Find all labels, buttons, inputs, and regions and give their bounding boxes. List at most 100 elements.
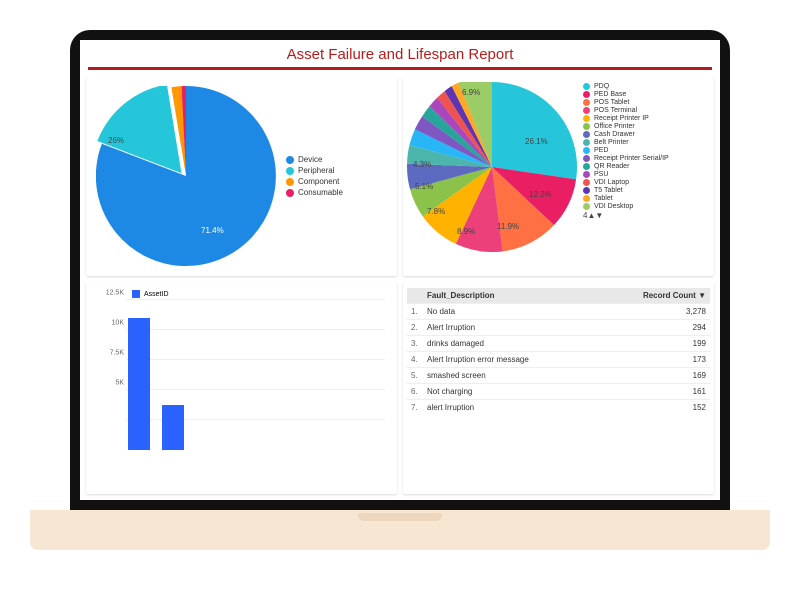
bar-chart[interactable]: 12.5K 10K 7.5K 5K [92, 300, 391, 450]
cell-idx: 6. [407, 384, 423, 400]
legend-item[interactable]: T5 Tablet [583, 187, 710, 194]
sort-desc-icon[interactable]: ▼ [698, 291, 706, 300]
cell-desc: alert Irruption [423, 400, 597, 416]
legend-item[interactable]: Belt Printer [583, 139, 710, 146]
legend-item[interactable]: Consumable [286, 188, 343, 197]
table-row[interactable]: 3.drinks damaged199 [407, 336, 710, 352]
table-header-row: Fault_Description Record Count ▼ [407, 288, 710, 304]
legend-item[interactable]: Receipt Printer IP [583, 115, 710, 122]
pie-chart-asset-category[interactable]: 71.4% 26% [96, 86, 276, 266]
bar-legend-label: AssetID [144, 291, 169, 298]
legend-item[interactable]: Peripheral [286, 166, 343, 175]
col-record-count[interactable]: Record Count ▼ [597, 288, 710, 304]
pie2-label: 5.1% [415, 182, 433, 191]
screen-bezel: Asset Failure and Lifespan Report [70, 30, 730, 510]
cell-count: 173 [597, 352, 710, 368]
laptop-frame: Asset Failure and Lifespan Report [70, 30, 730, 560]
pie2-label: 6.9% [462, 88, 480, 97]
cell-idx: 3. [407, 336, 423, 352]
legend-item[interactable]: PED [583, 147, 710, 154]
cell-desc: smashed screen [423, 368, 597, 384]
table-row[interactable]: 5.smashed screen169 [407, 368, 710, 384]
cell-count: 3,278 [597, 304, 710, 320]
legend-item[interactable]: PSU [583, 171, 710, 178]
legend-item[interactable]: Tablet [583, 195, 710, 202]
legend-item[interactable]: Device [286, 155, 343, 164]
panel-asset-category-pie: 71.4% 26% Device Peripheral Component Co… [86, 76, 397, 276]
cell-count: 294 [597, 320, 710, 336]
table-row[interactable]: 7.alert Irruption152 [407, 400, 710, 416]
legend-label: VDI Desktop [594, 203, 633, 210]
title-bar: Asset Failure and Lifespan Report [80, 40, 720, 65]
cell-desc: No data [423, 304, 597, 320]
legend-item[interactable]: Cash Drawer [583, 131, 710, 138]
col-fault-description[interactable]: Fault_Description [423, 288, 597, 304]
cell-desc: drinks damaged [423, 336, 597, 352]
title-divider [88, 67, 712, 70]
bar[interactable] [162, 405, 184, 450]
pie-chart-asset-type[interactable]: 26.1% 12.2% 11.9% 8.9% 7.8% 5.1% 4.3% 6.… [407, 82, 577, 252]
laptop-notch [358, 513, 442, 521]
pie2-label: 7.8% [427, 207, 445, 216]
legend-item[interactable]: Office Printer [583, 123, 710, 130]
bar-swatch [132, 290, 140, 298]
cell-count: 169 [597, 368, 710, 384]
cell-idx: 4. [407, 352, 423, 368]
y-tick: 10K [112, 320, 124, 327]
legend-item[interactable]: Receipt Printer Serial/IP [583, 155, 710, 162]
page-title: Asset Failure and Lifespan Report [80, 46, 720, 63]
table-row[interactable]: 4.Alert Irruption error message173 [407, 352, 710, 368]
pie2-label: 12.2% [529, 190, 552, 199]
y-tick: 12.5K [106, 290, 124, 297]
legend-item[interactable]: POS Terminal [583, 107, 710, 114]
laptop-base [30, 510, 770, 550]
y-tick: 5K [115, 380, 124, 387]
pager-up-icon[interactable]: ▲ [587, 211, 595, 220]
legend-pager: 4 ▲ ▼ [583, 211, 710, 220]
table-row[interactable]: 1.No data3,278 [407, 304, 710, 320]
table-row[interactable]: 2.Alert Irruption294 [407, 320, 710, 336]
legend-label: POS Tablet [594, 99, 629, 106]
pager-down-icon[interactable]: ▼ [595, 211, 603, 220]
bars [128, 300, 385, 450]
legend-label: Peripheral [298, 166, 334, 175]
pie1-label-device: 71.4% [201, 226, 224, 235]
legend-label: Receipt Printer IP [594, 115, 649, 122]
legend-item[interactable]: VDI Desktop [583, 203, 710, 210]
legend-item[interactable]: Component [286, 177, 343, 186]
legend-label: Receipt Printer Serial/IP [594, 155, 669, 162]
cell-idx: 1. [407, 304, 423, 320]
bar[interactable] [128, 318, 150, 450]
legend-item[interactable]: QR Reader [583, 163, 710, 170]
panels-grid: 71.4% 26% Device Peripheral Component Co… [80, 76, 720, 500]
legend-label: Tablet [594, 195, 613, 202]
panel-asset-bar-chart: AssetID 12.5K 10K 7.5K 5K [86, 282, 397, 494]
cell-idx: 2. [407, 320, 423, 336]
pie1-label-peripheral: 26% [108, 136, 124, 145]
legend-item[interactable]: PDQ [583, 83, 710, 90]
legend-label: QR Reader [594, 163, 629, 170]
legend-label: PED [594, 147, 608, 154]
legend-item[interactable]: POS Tablet [583, 99, 710, 106]
cell-count: 199 [597, 336, 710, 352]
legend-label: PDQ [594, 83, 609, 90]
legend-item[interactable]: VDI Laptop [583, 179, 710, 186]
y-tick: 7.5K [110, 350, 124, 357]
legend-label: Office Printer [594, 123, 635, 130]
cell-desc: Alert Irruption error message [423, 352, 597, 368]
pie2-label: 8.9% [457, 227, 475, 236]
legend-label: PED Base [594, 91, 626, 98]
legend-item[interactable]: PED Base [583, 91, 710, 98]
pie2-label: 26.1% [525, 137, 548, 146]
legend-label: POS Terminal [594, 107, 637, 114]
fault-table: Fault_Description Record Count ▼ 1.No da… [407, 288, 710, 415]
cell-idx: 7. [407, 400, 423, 416]
cell-desc: Alert Irruption [423, 320, 597, 336]
table-row[interactable]: 6.Not charging161 [407, 384, 710, 400]
dashboard-screen: Asset Failure and Lifespan Report [80, 40, 720, 500]
legend-label: Component [298, 177, 339, 186]
col-index [407, 288, 423, 304]
bar-legend[interactable]: AssetID [132, 290, 391, 298]
cell-desc: Not charging [423, 384, 597, 400]
legend-label: Cash Drawer [594, 131, 635, 138]
